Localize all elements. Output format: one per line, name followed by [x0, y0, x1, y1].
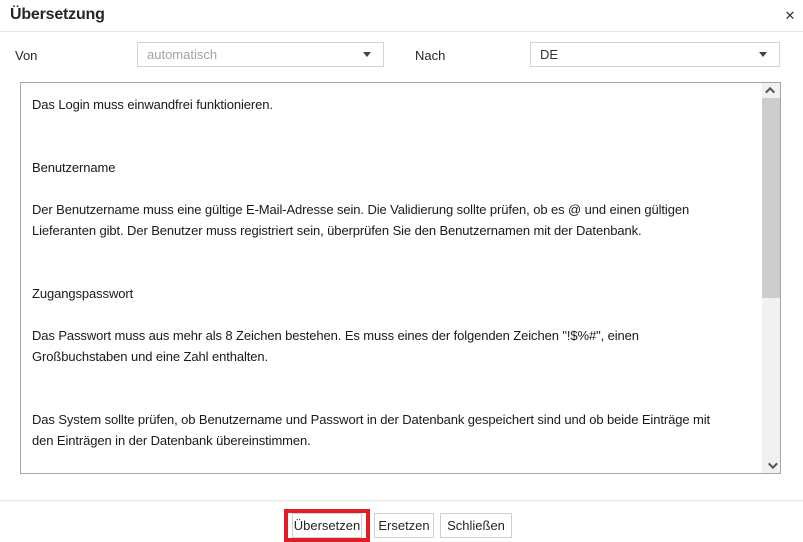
chevron-down-icon	[759, 52, 767, 57]
text-line	[32, 304, 756, 325]
from-label: Von	[15, 48, 37, 63]
text-line: Das System sollte prüfen, ob Benutzernam…	[32, 409, 756, 430]
to-language-value: DE	[531, 47, 759, 62]
chevron-down-icon	[767, 459, 777, 469]
from-language-value: automatisch	[138, 47, 363, 62]
text-line	[32, 367, 756, 388]
close-icon[interactable]: ✕	[778, 4, 802, 28]
text-line: Der Benutzername muss eine gültige E-Mai…	[32, 199, 756, 220]
scroll-up-button[interactable]	[762, 83, 780, 98]
text-line: Zugangspasswort	[32, 283, 756, 304]
text-line	[32, 115, 756, 136]
text-line: den Einträgen in der Datenbank übereinst…	[32, 430, 756, 451]
text-line: Großbuchstaben und eine Zahl enthalten.	[32, 346, 756, 367]
scroll-down-button[interactable]	[762, 458, 780, 473]
text-line	[32, 241, 756, 262]
dialog-title: Übersetzung	[10, 6, 105, 24]
text-line	[32, 262, 756, 283]
textarea-scrollbar[interactable]	[762, 83, 780, 473]
translate-button[interactable]: Übersetzen	[292, 513, 362, 538]
replace-button[interactable]: Ersetzen	[374, 513, 434, 538]
text-line: Das Login muss einwandfrei funktionieren…	[32, 94, 756, 115]
chevron-up-icon	[765, 87, 775, 97]
text-line	[32, 388, 756, 409]
from-language-select[interactable]: automatisch	[137, 42, 384, 67]
footer-divider	[0, 500, 803, 501]
to-language-select[interactable]: DE	[530, 42, 780, 67]
chevron-down-icon	[363, 52, 371, 57]
header-divider	[0, 31, 803, 32]
text-line	[32, 178, 756, 199]
text-line: Benutzername	[32, 157, 756, 178]
to-label: Nach	[415, 48, 445, 63]
text-line: Das Passwort muss aus mehr als 8 Zeichen…	[32, 325, 756, 346]
scrollbar-thumb[interactable]	[762, 98, 780, 298]
translation-source-textarea[interactable]: Das Login muss einwandfrei funktionieren…	[20, 82, 781, 474]
close-button[interactable]: Schließen	[440, 513, 512, 538]
translation-dialog: Übersetzung ✕ Von automatisch Nach DE Da…	[0, 0, 803, 542]
textarea-content[interactable]: Das Login muss einwandfrei funktionieren…	[21, 83, 762, 473]
text-line: Lieferanten gibt. Der Benutzer muss regi…	[32, 220, 756, 241]
text-line	[32, 136, 756, 157]
